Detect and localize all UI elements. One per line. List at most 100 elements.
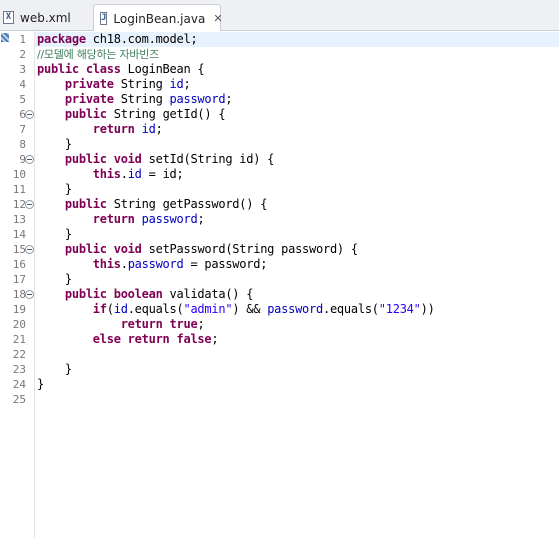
code-line[interactable]: 1 package ch18.com.model; [0,32,559,47]
code-token: } [37,362,72,376]
code-text: return id; [37,122,163,137]
code-token: id [169,77,184,91]
fold-toggle-icon[interactable] [25,245,34,254]
fold-toggle-icon[interactable] [25,290,34,299]
code-line[interactable]: 3 public class LoginBean { [0,62,559,77]
line-number: 13 [12,213,26,226]
line-number: 25 [12,393,26,406]
code-token: ; [197,212,205,226]
line-number: 15 [12,243,26,256]
code-text: private String password; [37,92,233,107]
code-line[interactable]: 11 } [0,182,559,197]
code-token: private [64,92,114,106]
line-number: 14 [12,228,26,241]
code-line[interactable]: 2 //모델에 해당하는 자바빈즈 [0,47,559,62]
code-line[interactable]: 17 } [0,272,559,287]
line-number: 19 [12,303,26,316]
tab-loginbean-java[interactable]: J LoginBean.java ✕ [93,4,223,32]
code-token: .equals( [127,302,184,316]
code-line[interactable]: 19 if(id.equals("admin") && password.equ… [0,302,559,317]
code-line[interactable]: 4 private String id; [0,77,559,92]
code-token: "1234" [378,302,421,316]
code-line[interactable]: 9 public void setId(String id) { [0,152,559,167]
code-token: if [92,302,107,316]
code-line[interactable]: 5 private String password; [0,92,559,107]
code-line[interactable]: 8 } [0,137,559,152]
code-line[interactable]: 25 [0,392,559,407]
code-line[interactable]: 6 public String getId() { [0,107,559,122]
line-number: 8 [19,138,26,151]
code-token: ( [106,302,114,316]
fold-toggle-icon[interactable] [25,155,34,164]
xml-file-icon: X [3,11,14,24]
code-line[interactable]: 15 public void setPassword(String passwo… [0,242,559,257]
code-token: public void [64,242,142,256]
code-token: this [92,167,121,181]
code-token: LoginBean { [120,62,205,76]
code-token: ch18.com.model; [85,32,198,46]
tab-web-xml[interactable]: X web.xml [0,4,88,31]
code-token: . [120,167,128,181]
line-number: 18 [12,288,26,301]
code-token: return true [120,317,198,331]
code-text: public class LoginBean { [37,62,205,77]
code-line[interactable]: 16 this.password = password; [0,257,559,272]
code-token: id [141,122,156,136]
code-line[interactable]: 18 public boolean validata() { [0,287,559,302]
code-token: public [64,197,107,211]
code-text: public String getId() { [37,107,226,122]
code-token: } [37,182,72,196]
code-line[interactable]: 24} [0,377,559,392]
line-number: 4 [19,78,26,91]
code-line[interactable]: 14 } [0,227,559,242]
code-token: String [113,92,170,106]
line-number: 20 [12,318,26,331]
line-number: 1 [19,33,26,46]
code-line[interactable]: 20 return true; [0,317,559,332]
code-line[interactable]: 21 else return false; [0,332,559,347]
code-token: "admin" [183,302,233,316]
code-token: String [113,77,170,91]
code-token: } [37,137,72,151]
code-token: private [64,77,114,91]
line-number: 16 [12,258,26,271]
code-token: = password; [183,257,268,271]
code-text: public String getPassword() { [37,197,268,212]
code-line[interactable]: 22 [0,347,559,362]
fold-toggle-icon[interactable] [25,200,34,209]
line-number: 6 [19,108,26,121]
code-token: package [37,32,86,46]
code-text: return password; [37,212,205,227]
code-text: package ch18.com.model; [37,32,198,47]
tab-label: web.xml [20,10,71,25]
close-tab-icon[interactable]: ✕ [213,12,222,25]
code-text: } [37,377,44,392]
code-line[interactable]: 10 this.id = id; [0,167,559,182]
code-token: ; [225,92,233,106]
code-text: } [37,227,72,242]
code-text: } [37,362,72,377]
code-token: } [37,377,44,391]
line-number: 11 [12,183,26,196]
code-token: ; [183,77,191,91]
line-number: 17 [12,273,26,286]
editor-tab-bar: X web.xml J LoginBean.java ✕ [0,0,559,32]
code-token: = id; [141,167,184,181]
code-line[interactable]: 13 return password; [0,212,559,227]
code-editor[interactable]: 1 package ch18.com.model; 2 //모델에 해당하는 자바빈즈… [0,31,559,538]
code-line[interactable]: 7 return id; [0,122,559,137]
code-text: public void setPassword(String password)… [37,242,358,257]
code-line[interactable]: 23 } [0,362,559,377]
code-token: public void [64,152,142,166]
code-token: ) && [232,302,268,316]
fold-toggle-icon[interactable] [25,110,34,119]
code-line[interactable]: 12 public String getPassword() { [0,197,559,212]
line-number: 7 [19,123,26,136]
